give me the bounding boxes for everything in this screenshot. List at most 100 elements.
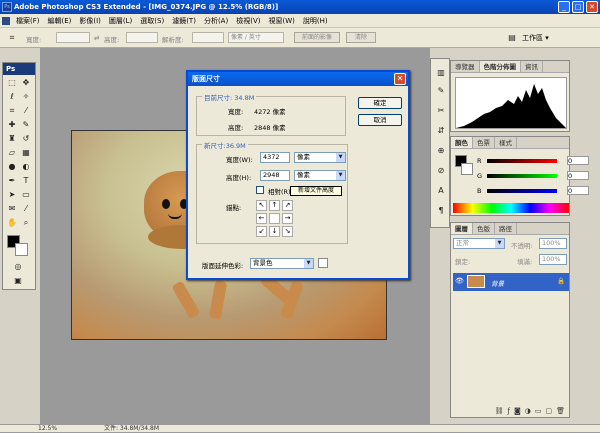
resolution-input[interactable] (192, 32, 224, 43)
tool-presets-icon[interactable]: ✂ (435, 105, 447, 117)
dock-icon[interactable]: ▤ (506, 32, 518, 44)
mask-icon[interactable]: ◙ (514, 405, 521, 417)
eye-icon[interactable]: 👁 (455, 277, 464, 285)
clone-stamp-icon[interactable]: ♜ (6, 133, 18, 145)
opacity-field[interactable]: 100% (539, 238, 567, 249)
new-height-field[interactable]: 2948 (260, 170, 290, 181)
eyedropper-icon[interactable]: ⁄ (20, 105, 32, 117)
tab-paths[interactable]: 路徑 (495, 223, 517, 234)
tab-swatches[interactable]: 色票 (473, 137, 495, 148)
tab-info[interactable]: 資訊 (521, 61, 543, 72)
quick-mask-icon[interactable]: ◎ (12, 261, 24, 273)
menu-layer[interactable]: 圖層(L) (105, 14, 136, 28)
extension-color-swatch[interactable] (318, 258, 328, 268)
close-icon[interactable]: ✕ (586, 1, 598, 13)
resolution-unit-select[interactable]: 像素 / 英寸 (228, 32, 284, 43)
anchor-arrow-w-icon[interactable]: ← (256, 213, 267, 224)
menu-filter[interactable]: 濾鏡(T) (168, 14, 200, 28)
anchor-arrow-se-icon[interactable]: ↘ (282, 226, 293, 237)
anchor-arrow-ne-icon[interactable]: ↗ (282, 200, 293, 211)
menu-view[interactable]: 檢視(V) (232, 14, 264, 28)
panel-toggle-icon[interactable]: ▥ (435, 67, 447, 79)
layer-comps-icon[interactable]: ⇵ (435, 125, 447, 137)
fill-field[interactable]: 100% (539, 254, 567, 265)
blue-value[interactable]: 0 (567, 186, 589, 195)
lasso-tool-icon[interactable]: ℓ (6, 91, 18, 103)
ps-menu-icon[interactable] (2, 16, 10, 25)
menu-window[interactable]: 視窗(W) (264, 14, 298, 28)
link-icon[interactable]: ⛓ (495, 405, 504, 417)
menu-select[interactable]: 選取(S) (136, 14, 168, 28)
front-image-button[interactable]: 前面的影像 (294, 32, 340, 43)
crop-tool-icon[interactable]: ⌗ (6, 32, 18, 44)
type-tool-icon[interactable]: T (20, 175, 32, 187)
anchor-arrow-n-icon[interactable]: ↑ (269, 200, 280, 211)
menu-edit[interactable]: 編輯(E) (44, 14, 76, 28)
width-unit-select[interactable]: 像素 ▼ (294, 152, 346, 163)
actions-icon[interactable]: ⊕ (435, 145, 447, 157)
maximize-icon[interactable]: □ (572, 1, 584, 13)
blue-slider[interactable] (487, 189, 557, 193)
eyedropper2-icon[interactable]: ⁄ (20, 203, 32, 215)
gradient-tool-icon[interactable]: ▦ (20, 147, 32, 159)
anchor-arrow-s-icon[interactable]: ↓ (269, 226, 280, 237)
crop-icon[interactable]: ⌗ (6, 105, 18, 117)
fx-icon[interactable]: ƒ (507, 405, 509, 417)
magic-wand-icon[interactable]: ✧ (20, 91, 32, 103)
color-spectrum-bar[interactable] (453, 203, 569, 213)
notes-tool-icon[interactable]: ✉ (6, 203, 18, 215)
anchor-arrow-sw-icon[interactable]: ↙ (256, 226, 267, 237)
path-select-icon[interactable]: ➤ (6, 189, 18, 201)
width-input[interactable] (56, 32, 90, 43)
dialog-close-icon[interactable]: ✕ (394, 73, 406, 85)
new-layer-icon[interactable]: ▢ (545, 405, 552, 417)
marquee-tool-icon[interactable]: ⬚ (6, 77, 18, 89)
tab-channels[interactable]: 色版 (473, 223, 495, 234)
menu-image[interactable]: 影像(I) (75, 14, 105, 28)
tab-styles[interactable]: 樣式 (495, 137, 517, 148)
paragraph-icon[interactable]: ¶ (435, 205, 447, 217)
green-value[interactable]: 0 (567, 171, 589, 180)
tab-histogram[interactable]: 色階分佈圖 (479, 61, 521, 72)
height-input[interactable] (126, 32, 158, 43)
menu-file[interactable]: 檔案(F) (12, 14, 44, 28)
shape-tool-icon[interactable]: ▭ (20, 189, 32, 201)
new-width-field[interactable]: 4372 (260, 152, 290, 163)
blend-mode-select[interactable]: 正常 ▼ (453, 238, 505, 249)
extension-color-select[interactable]: 背景色 ▼ (250, 258, 314, 269)
menu-help[interactable]: 說明(H) (299, 14, 332, 28)
tab-layers[interactable]: 圖層 (451, 223, 473, 234)
relative-checkbox[interactable] (256, 186, 264, 194)
red-value[interactable]: 0 (567, 156, 589, 165)
menu-analysis[interactable]: 分析(A) (200, 14, 232, 28)
layer-row-background[interactable]: 👁 背景 🔒 (453, 273, 569, 291)
character-icon[interactable]: A (435, 185, 447, 197)
minimize-icon[interactable]: _ (558, 1, 570, 13)
height-unit-select[interactable]: 像素 ▼ (294, 170, 346, 181)
history-brush-icon[interactable]: ↺ (20, 133, 32, 145)
screen-mode-icon[interactable]: ▣ (12, 275, 24, 287)
blur-tool-icon[interactable]: ● (6, 161, 18, 173)
ok-button[interactable]: 確定 (358, 97, 402, 109)
folder-icon[interactable]: ▭ (535, 405, 542, 417)
tab-color[interactable]: 顏色 (451, 137, 473, 148)
healing-brush-icon[interactable]: ✚ (6, 119, 18, 131)
green-slider[interactable] (487, 174, 557, 178)
move-tool-icon[interactable]: ✥ (20, 77, 32, 89)
trash-icon[interactable]: 🗑 (556, 405, 565, 417)
anchor-arrow-e-icon[interactable]: → (282, 213, 293, 224)
adjustment-icon[interactable]: ◑ (525, 405, 531, 417)
anchor-center[interactable] (269, 213, 280, 224)
clear-button[interactable]: 清除 (346, 32, 376, 43)
background-color-swatch[interactable] (15, 243, 28, 256)
anchor-arrow-nw-icon[interactable]: ↖ (256, 200, 267, 211)
eraser-tool-icon[interactable]: ▱ (6, 147, 18, 159)
color-bg-swatch[interactable] (461, 163, 473, 175)
brush-tool-icon[interactable]: ✎ (20, 119, 32, 131)
red-slider[interactable] (487, 159, 557, 163)
brush-panel-icon[interactable]: ✎ (435, 85, 447, 97)
dodge-tool-icon[interactable]: ◐ (20, 161, 32, 173)
hand-tool-icon[interactable]: ✋ (6, 217, 18, 229)
history-icon[interactable]: ⊘ (435, 165, 447, 177)
cancel-button[interactable]: 取消 (358, 114, 402, 126)
